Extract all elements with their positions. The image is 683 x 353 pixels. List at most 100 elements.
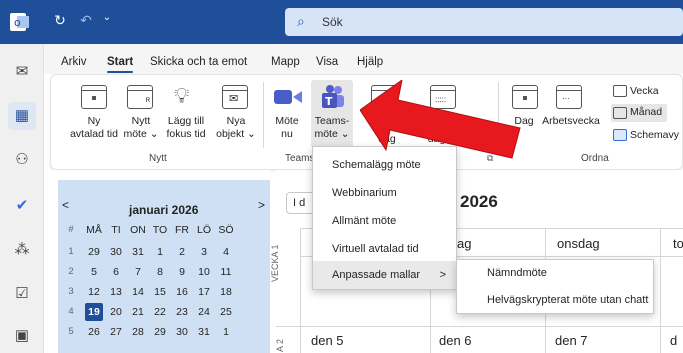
new-appointment-button[interactable]: Ny avtalad tid (64, 115, 124, 141)
mini-cal-day[interactable]: 27 (107, 323, 125, 341)
tab-arkiv[interactable]: Arkiv (61, 56, 87, 68)
week-number-header: # (68, 224, 74, 235)
submenu-item-committee-meeting[interactable]: Nämndmöte (457, 260, 653, 287)
submenu-item-encrypted-meeting[interactable]: Helvägskrypterat möte utan chatt (457, 287, 653, 314)
new-items-icon[interactable]: ✉ (222, 85, 248, 109)
mini-cal-day[interactable]: 14 (129, 283, 147, 301)
day-header: ag (457, 236, 472, 251)
new-meeting-button[interactable]: Nytt möte ⌄ (120, 115, 162, 141)
meet-now-button[interactable]: Möte nu (270, 115, 304, 141)
mini-cal-day[interactable]: 29 (151, 323, 169, 341)
video-camera-icon[interactable] (274, 88, 302, 109)
mini-cal-day[interactable]: 17 (195, 283, 213, 301)
focus-time-icon[interactable]: 💡︎ (174, 83, 189, 109)
menu-item-virtual-appointment[interactable]: Virtuell avtalad tid (313, 235, 456, 263)
search-placeholder: Sök (322, 15, 343, 29)
tab-start[interactable]: Start (107, 56, 134, 73)
calendar-icon[interactable]: ▦ (8, 102, 36, 130)
search-box[interactable]: ⌕ Sök (285, 8, 683, 36)
new-meeting-icon[interactable]: ᴿ (127, 85, 153, 109)
schedule-view-button[interactable]: Schemavy (630, 129, 679, 141)
grid-line (300, 228, 301, 353)
submenu-arrow-icon: > (439, 269, 446, 281)
date-label: den 6 (439, 333, 472, 348)
mini-cal-prev[interactable]: < (62, 198, 69, 212)
people-icon[interactable]: ⚇ (8, 146, 36, 174)
mini-cal-day[interactable]: 19 (85, 303, 103, 321)
mini-cal-day[interactable]: 29 (85, 243, 103, 261)
mini-cal-day[interactable]: 22 (151, 303, 169, 321)
month-icon (613, 107, 627, 119)
mini-cal-day[interactable]: 3 (195, 243, 213, 261)
mini-cal-day[interactable]: 13 (107, 283, 125, 301)
mini-cal-day[interactable]: 12 (85, 283, 103, 301)
work-week-button[interactable]: Arbetsvecka (541, 115, 601, 128)
undo-icon[interactable]: ↶ (76, 12, 96, 32)
new-appointment-icon[interactable] (81, 85, 107, 109)
ribbon-separator (263, 82, 264, 148)
sync-icon[interactable]: ↻ (50, 12, 70, 32)
month-button[interactable]: Månad (630, 106, 662, 118)
tasks-icon[interactable]: ☑ (8, 280, 36, 308)
mini-cal-day[interactable]: 25 (217, 303, 235, 321)
mini-cal-day[interactable]: 20 (107, 303, 125, 321)
tab-mapp[interactable]: Mapp (271, 56, 300, 68)
focus-time-button[interactable]: Lägg till fokus tid (163, 115, 209, 141)
mini-cal-day[interactable]: 31 (129, 243, 147, 261)
mini-cal-day[interactable]: 7 (129, 263, 147, 281)
schedule-icon[interactable] (613, 129, 627, 141)
mini-cal-day[interactable]: 16 (173, 283, 191, 301)
week-button[interactable]: Vecka (630, 85, 659, 97)
tab-visa[interactable]: Visa (316, 56, 338, 68)
week-number: 4 (68, 306, 74, 317)
week-icon[interactable] (613, 85, 627, 97)
mini-cal-day[interactable]: 5 (85, 263, 103, 281)
custom-templates-submenu: Nämndmöte Helvägskrypterat möte utan cha… (456, 259, 654, 314)
mini-cal-day[interactable]: 24 (195, 303, 213, 321)
groups-icon[interactable]: ⁂ (8, 236, 36, 264)
calendar-title-year: 2026 (460, 192, 498, 211)
mini-cal-day[interactable]: 30 (173, 323, 191, 341)
new-items-button[interactable]: Nya objekt ⌄ (213, 115, 259, 141)
menu-item-town-hall[interactable]: Allmänt möte (313, 207, 456, 235)
mini-cal-day[interactable]: 1 (217, 323, 235, 341)
mini-cal-day[interactable]: 11 (217, 263, 235, 281)
mini-cal-title: januari 2026 (129, 203, 199, 217)
title-bar: o ↻ ↶ ⌄ ⌕ Sök (0, 0, 683, 44)
week-label: A 2 (275, 338, 285, 352)
weekday-header: ON (130, 224, 146, 236)
mini-cal-day[interactable]: 4 (217, 243, 235, 261)
mini-cal-day[interactable]: 9 (173, 263, 191, 281)
mini-cal-day[interactable]: 23 (173, 303, 191, 321)
tab-skicka[interactable]: Skicka och ta emot (150, 56, 247, 68)
mini-cal-day[interactable]: 31 (195, 323, 213, 341)
svg-text:T: T (325, 95, 333, 108)
mini-cal-day[interactable]: 26 (85, 323, 103, 341)
mini-cal-day[interactable]: 21 (129, 303, 147, 321)
menu-item-custom-templates[interactable]: Anpassade mallar > (313, 261, 456, 289)
week-number: 3 (68, 286, 74, 297)
apps-icon[interactable]: ▣ (8, 322, 36, 350)
mini-cal-day[interactable]: 6 (107, 263, 125, 281)
weekday-header: TO (152, 224, 168, 236)
mini-cal-next[interactable]: > (258, 198, 265, 212)
weekday-header: LÖ (196, 224, 211, 236)
mini-cal-day[interactable]: 18 (217, 283, 235, 301)
todo-icon[interactable]: ✔ (8, 192, 36, 220)
mini-cal-day[interactable]: 1 (151, 243, 169, 261)
weekday-header: MÅ (86, 224, 102, 236)
mail-icon[interactable]: ✉ (8, 58, 36, 86)
tab-hjalp[interactable]: Hjälp (357, 56, 383, 68)
week-number: 1 (68, 246, 74, 257)
group-label-nytt: Nytt (149, 153, 167, 164)
quick-access-dropdown-icon[interactable]: ⌄ (100, 12, 114, 32)
mini-cal-day[interactable]: 2 (173, 243, 191, 261)
mini-cal-day[interactable]: 30 (107, 243, 125, 261)
teams-meeting-button[interactable]: Teams-möte ⌄ (311, 115, 353, 141)
mini-cal-day[interactable]: 15 (151, 283, 169, 301)
mini-cal-day[interactable]: 28 (129, 323, 147, 341)
work-week-icon[interactable]: ··· (556, 85, 582, 109)
mini-cal-day[interactable]: 8 (151, 263, 169, 281)
menu-item-webinar[interactable]: Webbinarium (313, 179, 456, 207)
mini-cal-day[interactable]: 10 (195, 263, 213, 281)
